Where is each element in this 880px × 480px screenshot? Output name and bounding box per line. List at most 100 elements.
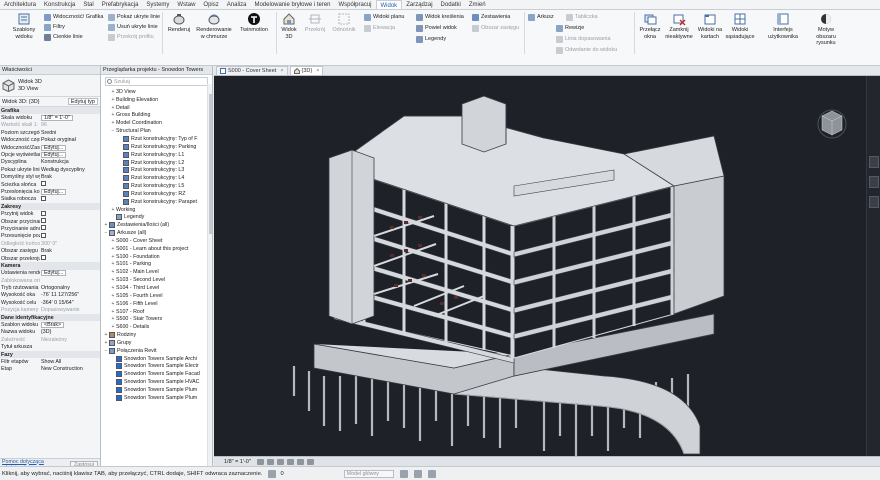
revisions-button[interactable]: Rewizje: [556, 24, 584, 32]
twinmotion-button[interactable]: Twinmotion: [236, 12, 272, 34]
section-button[interactable]: Przekrój: [302, 12, 328, 34]
browser-node[interactable]: Rzut konstrukcyjny: L1: [101, 151, 212, 159]
browser-node[interactable]: + S500 - Stair Towers: [101, 315, 212, 323]
browser-node[interactable]: Rzut konstrukcyjny: L4: [101, 174, 212, 182]
browser-node[interactable]: + Building Elevation: [101, 96, 212, 104]
ribbon-tab[interactable]: Wstaw: [173, 0, 199, 9]
browser-node[interactable]: Snowdon Towers Sample Archi: [101, 355, 212, 363]
property-group-header[interactable]: Dane identyfikacyjne: [0, 313, 100, 322]
browser-node[interactable]: + S103 - Second Level: [101, 276, 212, 284]
checkbox-icon[interactable]: [41, 225, 46, 231]
browser-node[interactable]: + Model Coordination: [101, 119, 212, 127]
property-value[interactable]: {3D}: [40, 329, 100, 335]
property-group-header[interactable]: Grafika: [0, 107, 100, 115]
property-button[interactable]: Edytuj...: [40, 152, 100, 159]
property-value[interactable]: Pokaż oryginał: [40, 137, 100, 143]
ribbon-tab[interactable]: Konstrukcja: [40, 0, 79, 9]
browser-node[interactable]: Rzut konstrukcyjny: Parapet: [101, 198, 212, 206]
browser-node[interactable]: + S104 - Third Level: [101, 284, 212, 292]
visibility-graphics-button[interactable]: Widoczność/ Grafika: [44, 13, 103, 21]
filter-status-icon[interactable]: [399, 469, 408, 478]
checkbox-icon[interactable]: [41, 210, 46, 216]
property-value-box[interactable]: Edytuj...: [41, 270, 67, 277]
property-value-box[interactable]: <Brak>: [41, 322, 65, 329]
view-3d-button[interactable]: Widok 3D: [278, 12, 300, 40]
browser-node[interactable]: + S001 - Learn about this project: [101, 245, 212, 253]
property-value[interactable]: Niezależny: [40, 337, 100, 343]
property-checkbox[interactable]: [40, 232, 100, 240]
browser-node[interactable]: + S102 - Main Level: [101, 268, 212, 276]
property-value[interactable]: 96: [40, 122, 100, 128]
browser-node[interactable]: Snowdon Towers Sample HVAC: [101, 378, 212, 386]
sheet-button[interactable]: Arkusz: [528, 13, 554, 21]
browser-node[interactable]: Rzut konstrukcyjny: L2: [101, 159, 212, 167]
visual-style-icon[interactable]: [266, 458, 274, 465]
property-checkbox[interactable]: [40, 195, 100, 203]
browser-node[interactable]: + S101 - Parking: [101, 261, 212, 269]
browser-node[interactable]: + Working: [101, 206, 212, 214]
ribbon-tab[interactable]: Stal: [79, 0, 97, 9]
instance-selector[interactable]: Widok 3D: {3D} Edytuj typ: [0, 97, 100, 107]
browser-node[interactable]: + S100 - Foundation: [101, 253, 212, 261]
property-value-box[interactable]: Edytuj...: [41, 144, 67, 151]
property-button[interactable]: 1/8" = 1'-0": [40, 115, 100, 122]
checkbox-icon[interactable]: [41, 255, 46, 260]
browser-node[interactable]: − Połączenia Revit: [101, 347, 212, 355]
browser-node[interactable]: + Grupy: [101, 339, 212, 347]
browser-node[interactable]: + S600 - Details: [101, 323, 212, 331]
crop-view-icon[interactable]: [296, 458, 304, 465]
zoom-icon[interactable]: [869, 176, 879, 188]
property-value[interactable]: Konstrukcja: [40, 159, 100, 165]
browser-node[interactable]: Legendy: [101, 214, 212, 222]
sun-path-icon[interactable]: [276, 458, 284, 465]
property-checkbox[interactable]: [40, 210, 100, 218]
browser-node[interactable]: + S105 - Fourth Level: [101, 292, 212, 300]
drawing-area-3d[interactable]: [214, 76, 866, 456]
scope-box-button[interactable]: Obszar zasięgu: [472, 24, 519, 32]
type-selector[interactable]: Widok 3D 3D View: [0, 75, 100, 97]
browser-scroll-thumb[interactable]: [209, 94, 212, 234]
checkbox-icon[interactable]: [41, 195, 46, 201]
select-links-icon[interactable]: [413, 469, 422, 478]
property-value[interactable]: -76' 11 127/256": [40, 292, 100, 298]
browser-node[interactable]: + Rodziny: [101, 331, 212, 339]
ribbon-tab[interactable]: Zmień: [465, 0, 490, 9]
property-value-box[interactable]: 1/8" = 1'-0": [41, 115, 73, 122]
render-button[interactable]: Renderuj: [166, 12, 192, 34]
ribbon-tab[interactable]: Architektura: [0, 0, 40, 9]
browser-node[interactable]: − Structural Plan: [101, 127, 212, 135]
property-value-box[interactable]: Edytuj...: [41, 152, 67, 159]
property-value[interactable]: 300' 0": [40, 241, 100, 247]
property-checkbox[interactable]: [40, 181, 100, 188]
ribbon-tab[interactable]: Modelowanie bryłowe i teren: [250, 0, 334, 9]
tab-3d[interactable]: {3D} ×: [289, 66, 324, 75]
tile-views-button[interactable]: Widoki sąsiadujące: [725, 12, 755, 40]
ribbon-tab[interactable]: Systemy: [142, 0, 173, 9]
property-button[interactable]: Edytuj...: [40, 144, 100, 151]
view-reference-button[interactable]: Odwołanie do widoku: [556, 46, 617, 54]
active-model-select[interactable]: Model główny: [343, 469, 394, 478]
ribbon-tab[interactable]: Zarządzaj: [402, 0, 436, 9]
ribbon-tab[interactable]: Prefabrykacja: [98, 0, 143, 9]
ribbon-tab[interactable]: Analiza: [223, 0, 251, 9]
schedules-button[interactable]: Zestawienia: [472, 13, 510, 21]
pan-icon[interactable]: [869, 196, 879, 208]
browser-node[interactable]: +3D View: [101, 88, 212, 96]
browser-node[interactable]: Rzut konstrukcyjny: RZ: [101, 190, 212, 198]
property-value[interactable]: Show All: [40, 359, 100, 365]
shadows-icon[interactable]: [286, 458, 294, 465]
view-scale[interactable]: 1/8" = 1'-0": [224, 459, 251, 465]
show-hidden-lines-button[interactable]: Pokaż ukryte linie: [108, 13, 160, 21]
browser-node[interactable]: + Zestawienia/Ilości (all): [101, 221, 212, 229]
browser-node[interactable]: + S106 - Fifth Level: [101, 300, 212, 308]
property-button[interactable]: Edytuj...: [40, 188, 100, 195]
property-value[interactable]: -364' 0 15/64": [40, 300, 100, 306]
tab-cover-sheet[interactable]: S000 - Cover Sheet ×: [216, 66, 288, 75]
worksets-icon[interactable]: [268, 469, 277, 478]
property-value[interactable]: Brak: [40, 174, 100, 180]
close-icon[interactable]: ×: [316, 67, 319, 75]
ribbon-tab[interactable]: Dodatki: [437, 0, 465, 9]
property-value[interactable]: New Construction: [40, 366, 100, 372]
property-value[interactable]: Według dyscypliny: [40, 167, 100, 173]
property-group-header[interactable]: Kamera: [0, 262, 100, 270]
